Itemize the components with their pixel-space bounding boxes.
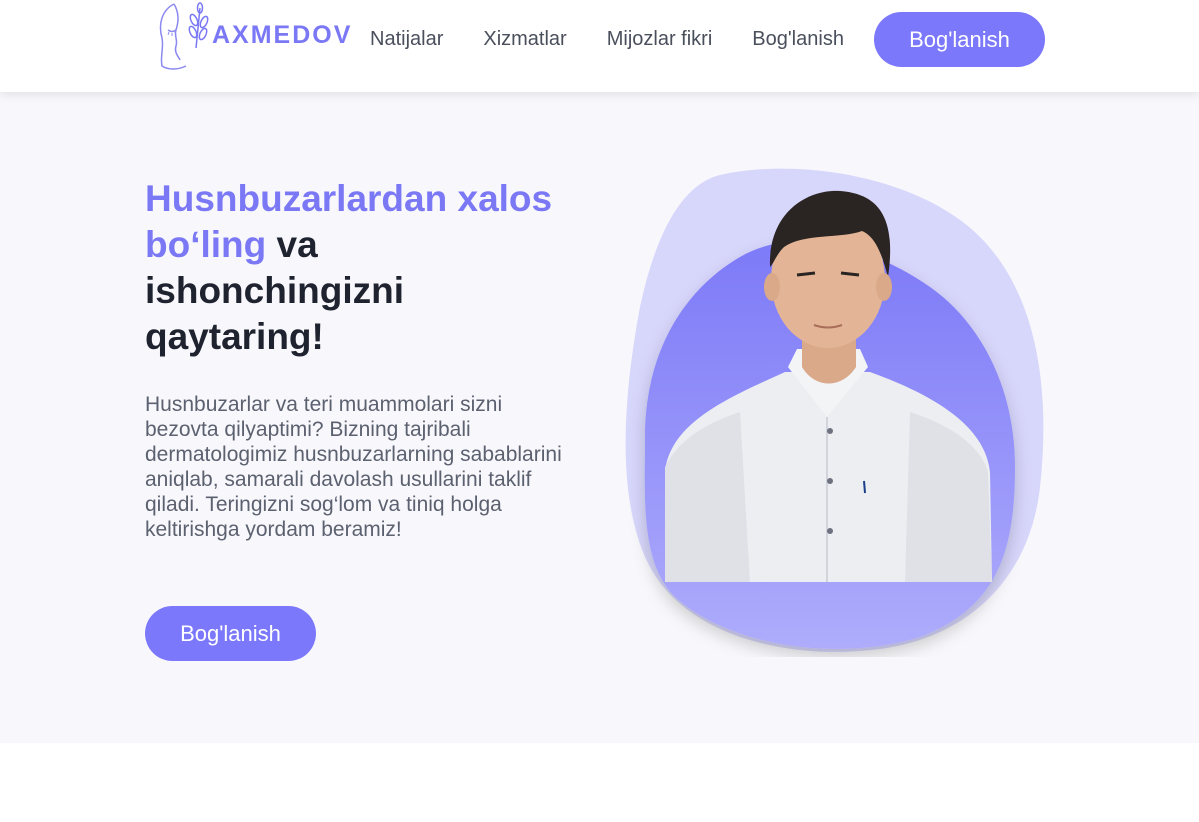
- hero-headline: Husnbuzarlardan xalos bo‘ling va ishonch…: [145, 176, 565, 360]
- nav-item-xizmatlar[interactable]: Xizmatlar: [483, 26, 566, 52]
- logo-text: AXMEDOV: [212, 21, 353, 49]
- logo[interactable]: AXMEDOV: [156, 0, 350, 72]
- hero-headline-accent: Husnbuzarlardan xalos bo‘ling: [145, 178, 553, 265]
- face-logo-icon: [159, 2, 209, 70]
- hero-contact-button[interactable]: Bog'lanish: [145, 606, 316, 661]
- site-header: AXMEDOV Natijalar Xizmatlar Mijozlar fik…: [0, 0, 1199, 92]
- nav-item-mijozlar-fikri[interactable]: Mijozlar fikri: [607, 26, 713, 52]
- hero-description: Husnbuzarlar va teri muammolari sizni be…: [145, 393, 562, 541]
- nav-item-boglanish[interactable]: Bog'lanish: [752, 26, 844, 52]
- hero-section: Husnbuzarlardan xalos bo‘ling va ishonch…: [0, 92, 1199, 743]
- header-contact-button[interactable]: Bog'lanish: [874, 12, 1045, 67]
- nav-item-natijalar[interactable]: Natijalar: [370, 26, 443, 52]
- main-nav: Natijalar Xizmatlar Mijozlar fikri Bog'l…: [370, 26, 844, 52]
- doctor-portrait: [620, 167, 1050, 657]
